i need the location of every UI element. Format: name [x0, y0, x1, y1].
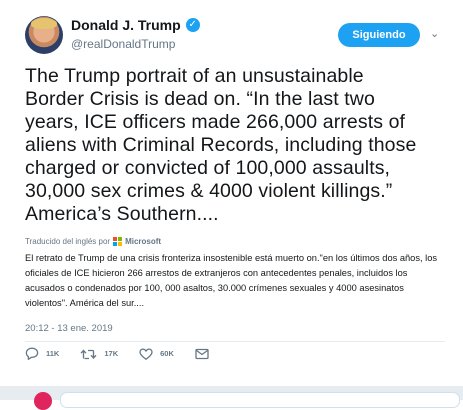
tweet-text: The Trump portrait of an unsustainable B…	[25, 65, 417, 225]
retweet-count: 17K	[104, 349, 119, 358]
logo-yellow-square	[118, 242, 123, 246]
translation-provider: Microsoft	[125, 237, 162, 246]
like-icon	[139, 347, 153, 360]
verified-badge-icon: ✓	[185, 18, 200, 32]
reply-icon	[25, 347, 39, 360]
message-button[interactable]	[195, 348, 209, 360]
tweet-card: Donald J. Trump ✓ @realDonaldTrump Sigui…	[0, 0, 463, 386]
tweet-timestamp[interactable]: 20:12 - 13 ene. 2019	[25, 323, 113, 334]
translated-text: El retrato de Trump de una crisis fronte…	[25, 253, 438, 308]
reply-avatar	[34, 392, 52, 410]
like-count: 60K	[160, 349, 174, 358]
retweet-icon	[80, 349, 97, 359]
chevron-down-icon[interactable]: ⌄	[430, 27, 439, 40]
logo-blue-square	[113, 242, 118, 246]
reply-count: 11K	[46, 349, 60, 358]
logo-green-square	[118, 237, 123, 241]
logo-red-square	[113, 237, 118, 241]
user-name[interactable]: Donald J. Trump	[71, 17, 181, 33]
microsoft-logo-icon	[113, 237, 123, 246]
retweet-button[interactable]: 17K	[80, 348, 118, 360]
message-icon	[195, 348, 209, 359]
like-button[interactable]: 60K	[139, 347, 174, 360]
reply-button[interactable]: 11K	[25, 347, 59, 360]
avatar[interactable]	[25, 16, 63, 54]
user-name-row: Donald J. Trump ✓	[71, 17, 200, 33]
user-handle[interactable]: @realDonaldTrump	[71, 37, 175, 51]
following-button[interactable]: Siguiendo	[338, 23, 420, 47]
tweet-actions: 11K 17K 60K	[25, 347, 230, 360]
translation-label: Traducido del inglés por	[25, 237, 111, 246]
translation-attribution: Traducido del inglés por Microsoft	[25, 237, 161, 246]
divider	[25, 341, 445, 342]
reply-input[interactable]	[60, 392, 460, 408]
